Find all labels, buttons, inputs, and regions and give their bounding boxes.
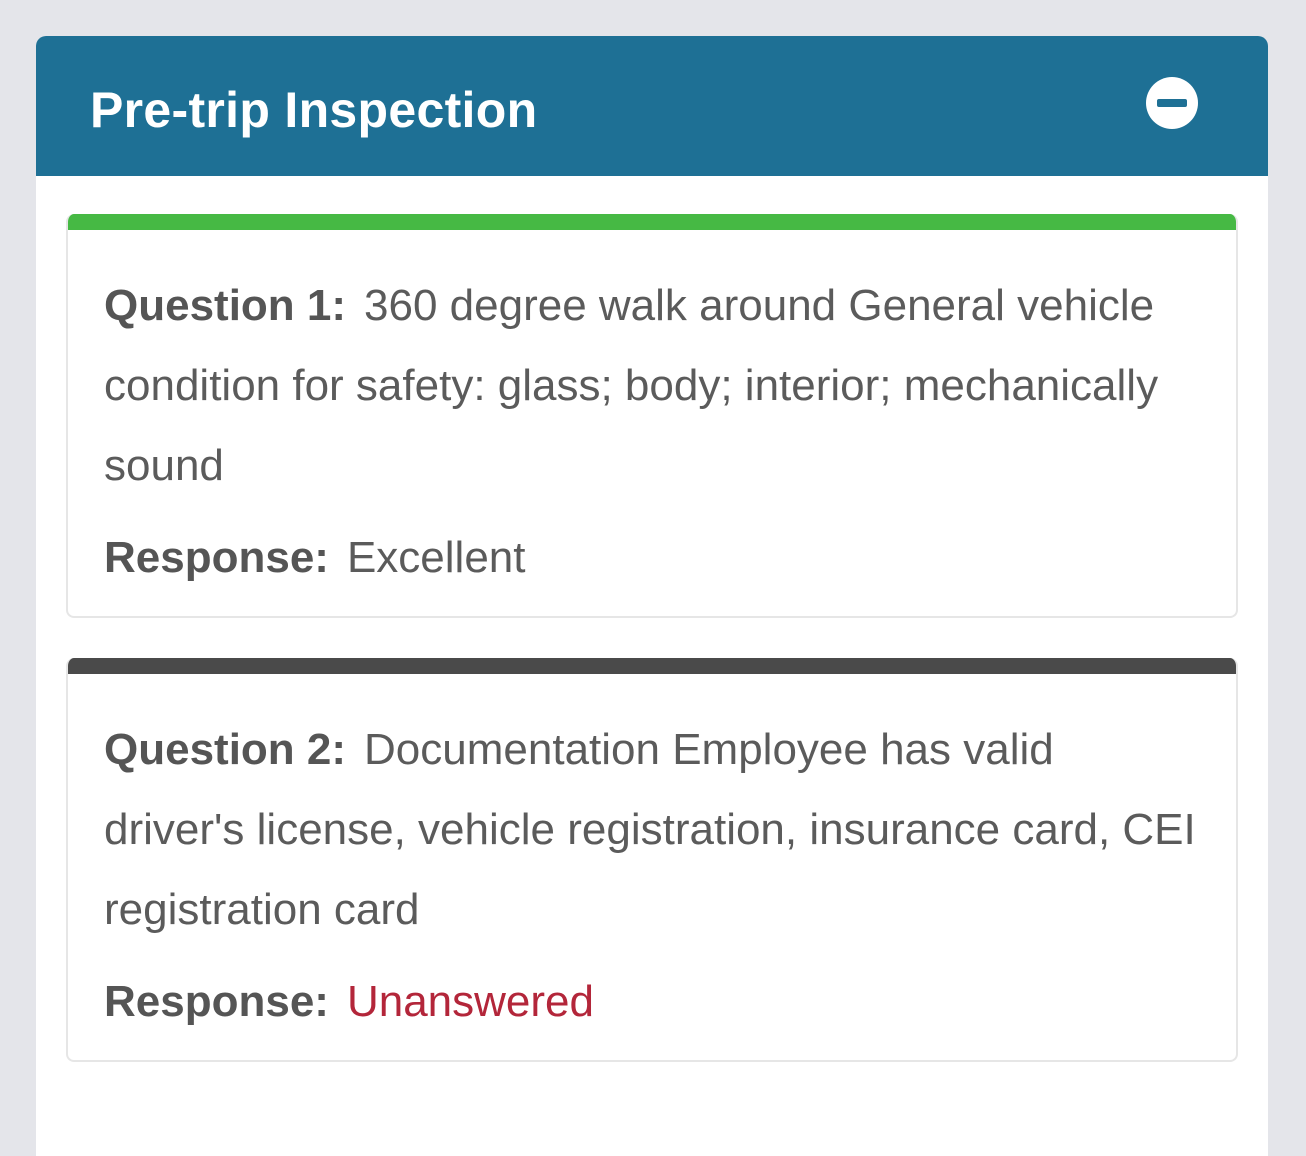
response-label: Response: bbox=[104, 977, 329, 1026]
question-label: Question 2: bbox=[104, 725, 347, 774]
minus-bar bbox=[1157, 99, 1187, 107]
response-value-unanswered: Unanswered bbox=[346, 977, 594, 1026]
minus-circle-icon[interactable] bbox=[1146, 77, 1198, 129]
status-bar-unanswered bbox=[68, 658, 1236, 674]
panel-header[interactable]: Pre-trip Inspection bbox=[36, 36, 1268, 176]
response-label: Response: bbox=[104, 533, 329, 582]
question-label: Question 1: bbox=[104, 281, 347, 330]
response-row: Response: Unanswered bbox=[104, 972, 1200, 1032]
inspection-panel: Pre-trip Inspection Question 1: 360 degre… bbox=[36, 36, 1268, 1156]
response-value: Excellent bbox=[346, 533, 526, 582]
question-card-content: Question 2: Documentation Employee has va… bbox=[68, 674, 1236, 1060]
response-row: Response: Excellent bbox=[104, 528, 1200, 588]
question-card-content: Question 1: 360 degree walk around Genera… bbox=[68, 230, 1236, 616]
question-card-1: Question 1: 360 degree walk around Genera… bbox=[66, 214, 1238, 618]
panel-body: Question 1: 360 degree walk around Genera… bbox=[36, 176, 1268, 1062]
question-text-block: Question 1: 360 degree walk around Genera… bbox=[104, 266, 1200, 506]
status-bar-answered bbox=[68, 214, 1236, 230]
panel-title: Pre-trip Inspection bbox=[90, 82, 538, 138]
question-card-2: Question 2: Documentation Employee has va… bbox=[66, 658, 1238, 1062]
question-text-block: Question 2: Documentation Employee has va… bbox=[104, 710, 1200, 950]
